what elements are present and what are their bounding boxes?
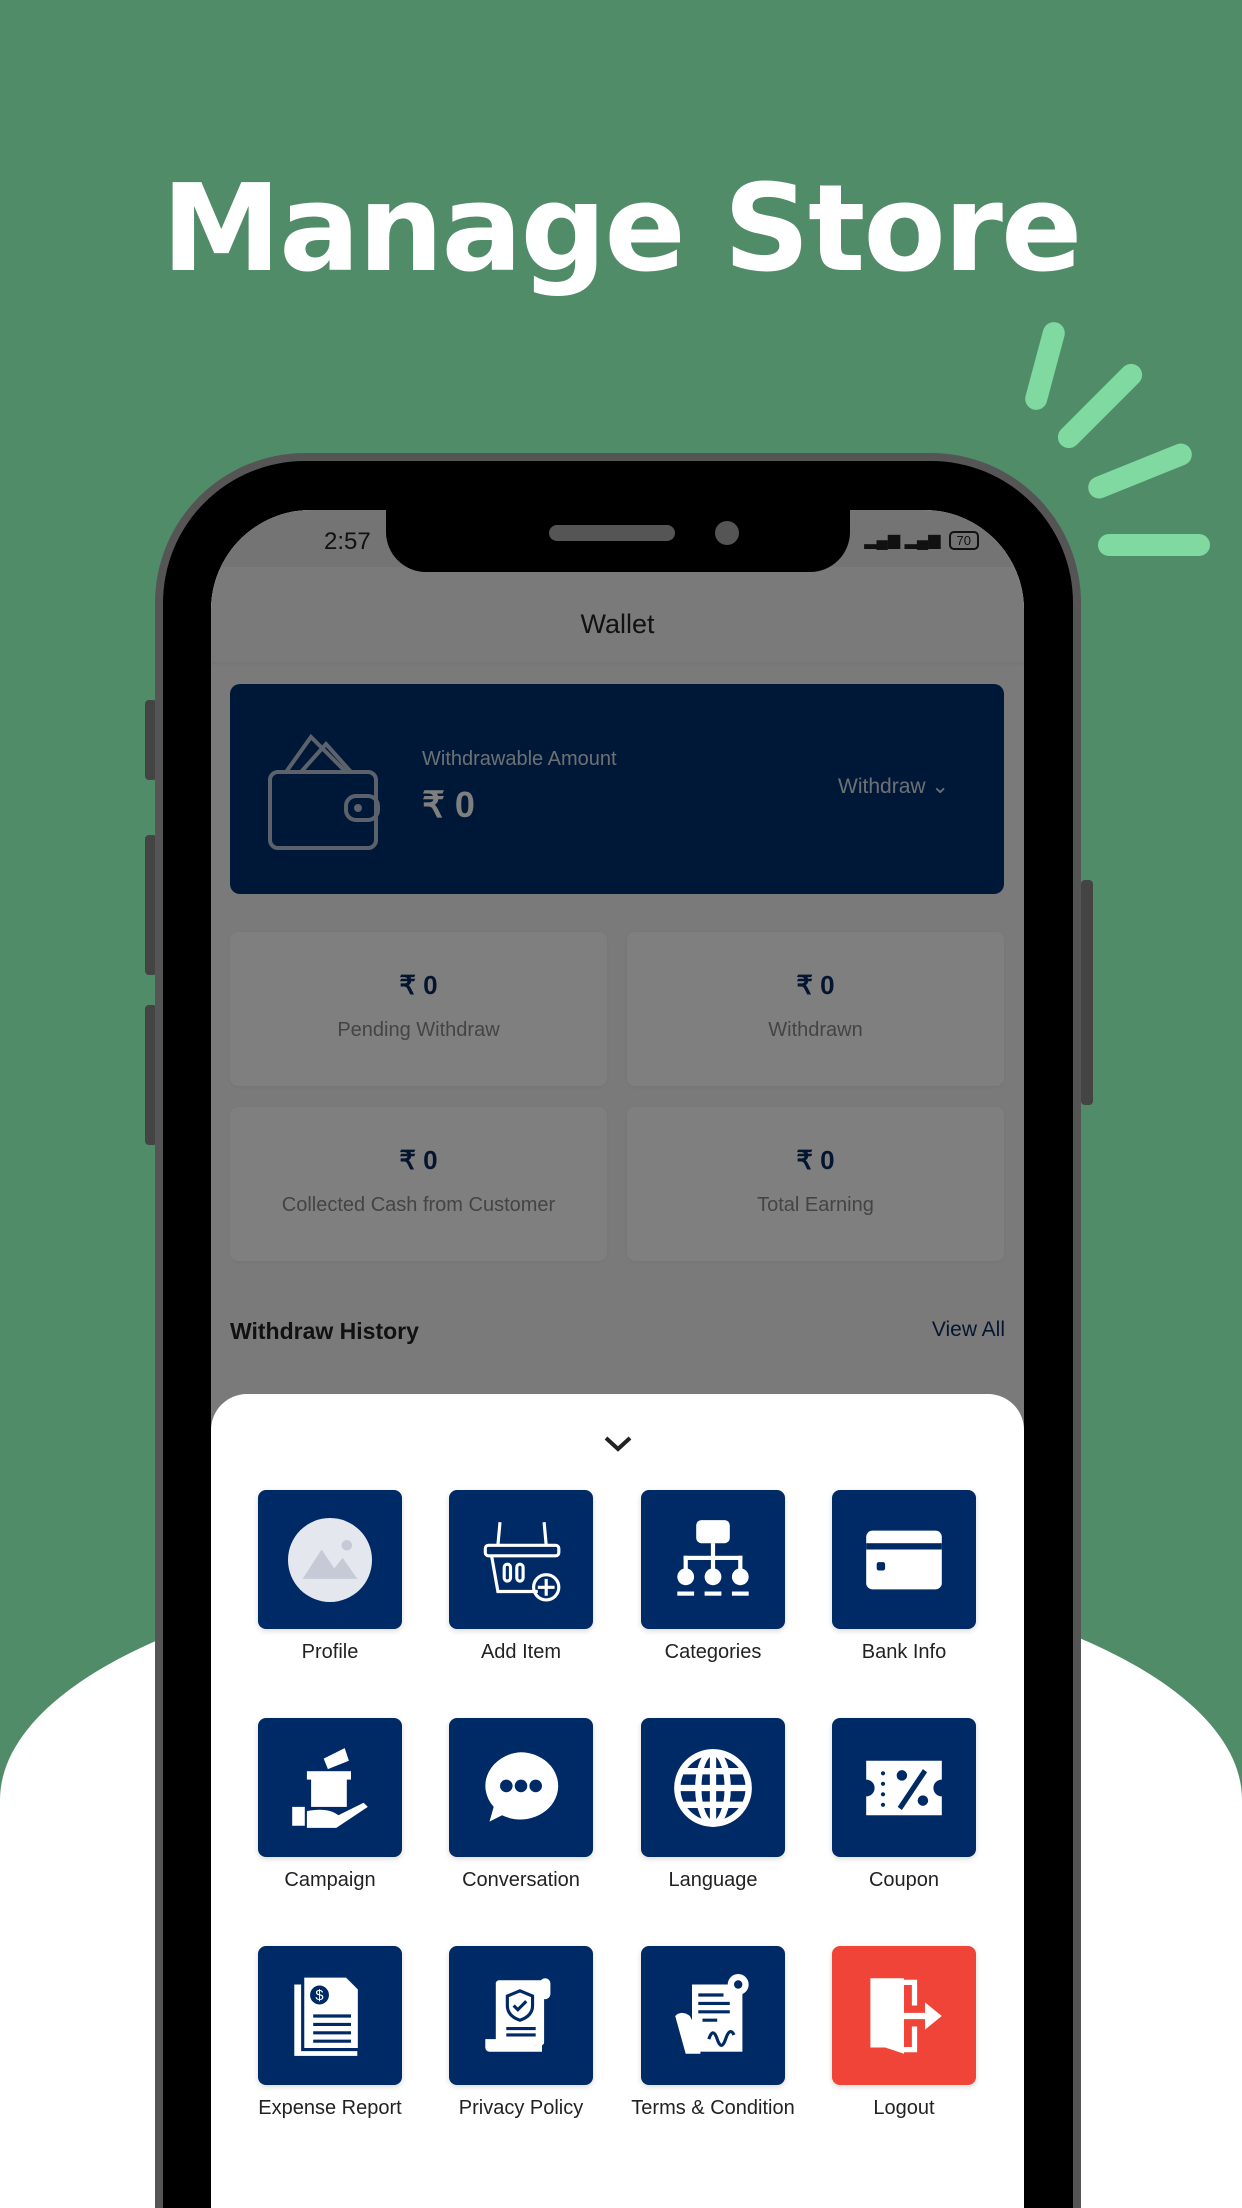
menu-item-label: Logout — [873, 2097, 935, 2119]
menu-tile[interactable] — [641, 1490, 785, 1629]
menu-tile[interactable] — [832, 1946, 976, 2085]
menu-tile[interactable] — [832, 1718, 976, 1857]
menu-item-campaign[interactable]: Campaign — [258, 1718, 402, 1892]
menu-tile[interactable] — [258, 1718, 402, 1857]
phone-camera — [715, 521, 739, 545]
spark-decoration — [1098, 534, 1210, 556]
menu-tile[interactable] — [832, 1490, 976, 1629]
menu-item-label: Campaign — [284, 1869, 376, 1891]
image-placeholder-icon — [288, 1517, 372, 1602]
credit-card-icon — [866, 1530, 942, 1589]
menu-item-label: Language — [668, 1869, 758, 1891]
headline: Manage Store — [161, 160, 1083, 299]
spark-decoration — [1053, 359, 1147, 453]
menu-item-expense-report[interactable]: $ Expense Report — [258, 1946, 402, 2120]
spark-decoration — [1084, 440, 1196, 502]
menu-item-label: Terms & Condition — [631, 2097, 795, 2119]
chat-bubble-icon — [485, 1751, 559, 1822]
menu-tile[interactable] — [641, 1718, 785, 1857]
basket-add-icon — [483, 1521, 561, 1601]
menu-item-logout[interactable]: Logout — [832, 1946, 976, 2120]
menu-item-terms-condition[interactable]: Terms & Condition — [631, 1946, 795, 2120]
megaphone-gift-icon — [292, 1747, 368, 1828]
shield-document-icon — [485, 1977, 551, 2052]
menu-item-label: Privacy Policy — [458, 2097, 584, 2119]
menu-tile[interactable] — [641, 1946, 785, 2085]
globe-icon — [674, 1748, 752, 1827]
chevron-down-icon[interactable] — [603, 1434, 633, 1454]
menu-item-label: Add Item — [480, 1641, 562, 1663]
phone-side-button — [1081, 880, 1093, 1105]
menu-item-label: Conversation — [462, 1869, 580, 1891]
menu-bottom-sheet: Profile Add Item Categories Bank Info Campai… — [211, 1394, 1024, 2208]
menu-item-language[interactable]: Language — [641, 1718, 785, 1892]
logout-icon — [870, 1977, 942, 2054]
menu-item-conversation[interactable]: Conversation — [449, 1718, 593, 1892]
hierarchy-icon — [677, 1519, 749, 1596]
coupon-icon — [866, 1760, 942, 1815]
menu-item-label: Expense Report — [258, 2097, 402, 2119]
menu-item-label: Coupon — [868, 1869, 940, 1891]
menu-tile[interactable] — [449, 1490, 593, 1629]
menu-tile[interactable]: $ — [258, 1946, 402, 2085]
phone-speaker — [549, 525, 675, 541]
menu-item-coupon[interactable]: Coupon — [832, 1718, 976, 1892]
spark-decoration — [1022, 319, 1068, 413]
menu-item-label: Bank Info — [861, 1641, 947, 1663]
menu-item-privacy-policy[interactable]: Privacy Policy — [449, 1946, 593, 2120]
menu-tile[interactable] — [449, 1946, 593, 2085]
invoice-icon: $ — [294, 1974, 361, 2056]
menu-tile[interactable] — [258, 1490, 402, 1629]
contract-icon — [675, 1973, 749, 2054]
menu-item-bank-info[interactable]: Bank Info — [832, 1490, 976, 1664]
menu-item-label: Profile — [301, 1641, 359, 1663]
menu-item-add-item[interactable]: Add Item — [449, 1490, 593, 1664]
svg-text:$: $ — [315, 1988, 323, 2004]
menu-item-profile[interactable]: Profile — [258, 1490, 402, 1664]
menu-item-categories[interactable]: Categories — [641, 1490, 785, 1664]
app-screen: 2:57 ▂▄▆ ▂▄▆70 Wallet Withdrawable Amoun… — [211, 510, 1024, 2208]
menu-item-label: Categories — [664, 1641, 762, 1663]
menu-tile[interactable] — [449, 1718, 593, 1857]
